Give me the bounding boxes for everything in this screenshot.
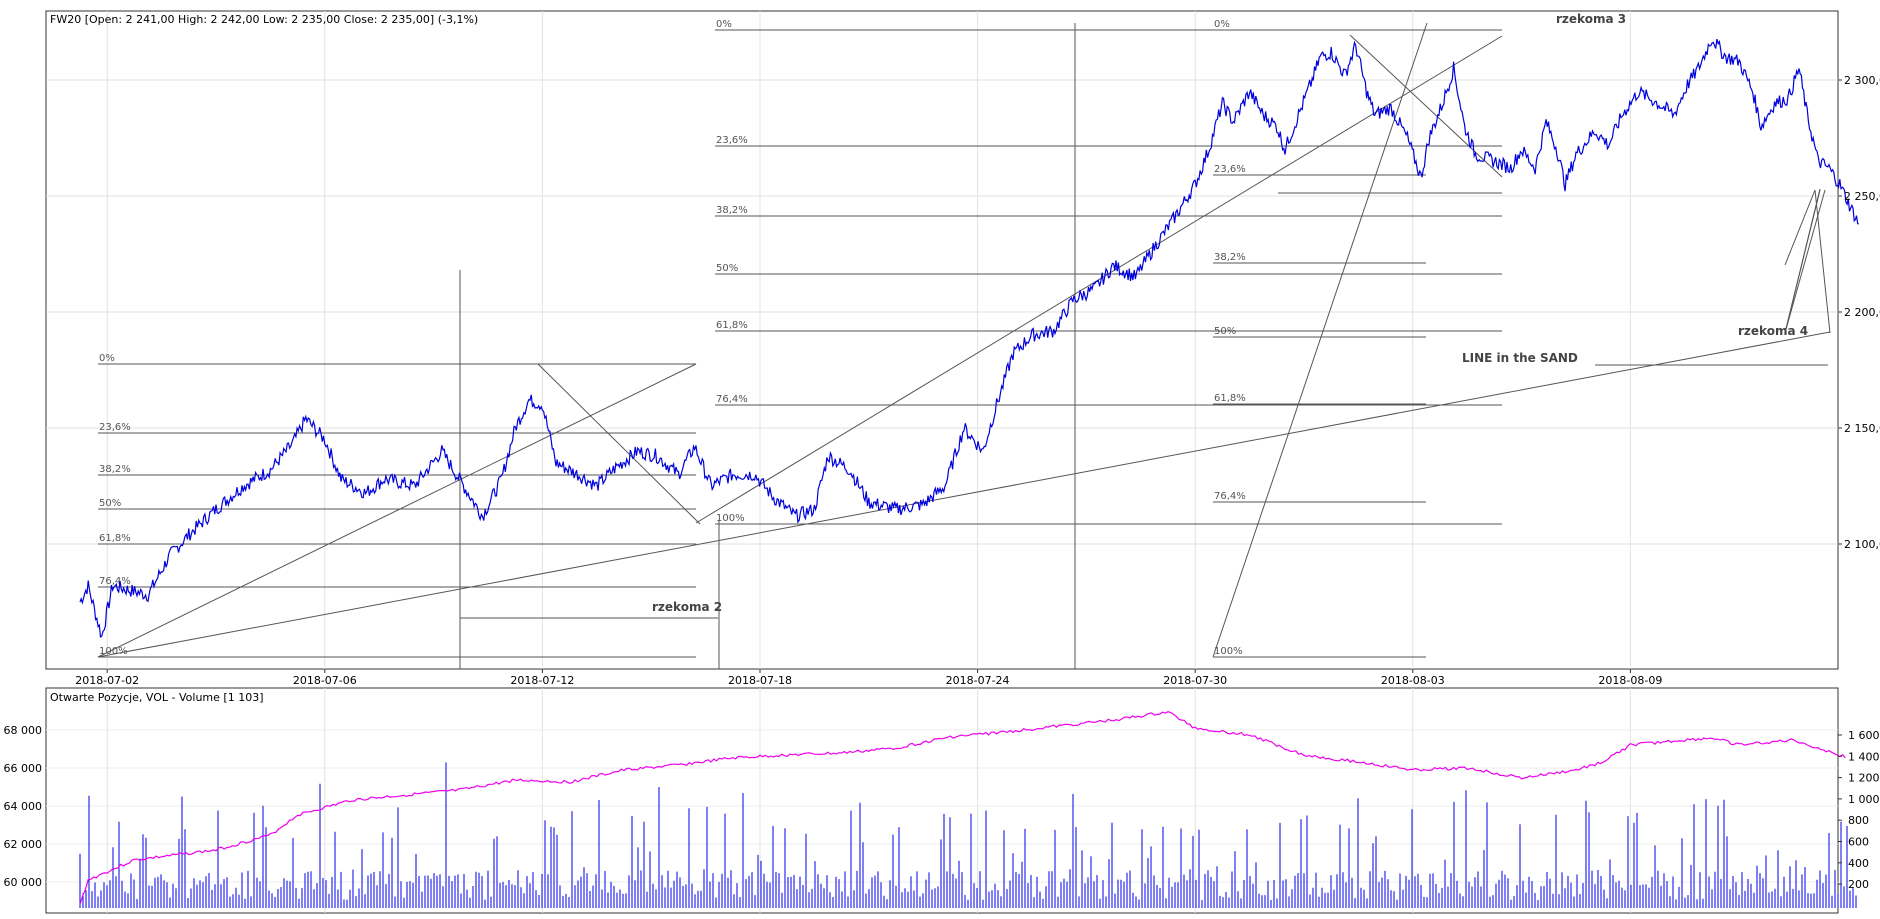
volume-tick-label: 800 bbox=[1848, 814, 1869, 827]
volume-tick-label: 1 600 bbox=[1848, 729, 1880, 742]
main-header: FW20 [Open: 2 241,00 High: 2 242,00 Low:… bbox=[50, 13, 478, 26]
fib-level-label: 61,8% bbox=[99, 533, 131, 544]
volume-tick-label: 400 bbox=[1848, 857, 1869, 870]
fib-level-label: 0% bbox=[716, 19, 732, 30]
volume-tick-label: 600 bbox=[1848, 836, 1869, 849]
fib-level-label: 38,2% bbox=[99, 464, 131, 475]
oi-tick-label: 68 000 bbox=[4, 724, 43, 737]
volume-header: Otwarte Pozycje, VOL - Volume [1 103] bbox=[50, 691, 264, 704]
price-tick-label: 2 100,0 bbox=[1844, 538, 1880, 551]
date-tick-label: 2018-08-03 bbox=[1381, 674, 1445, 687]
annotation-rzekoma-4: rzekoma 4 bbox=[1738, 324, 1808, 338]
fib-level-label: 38,2% bbox=[1214, 252, 1246, 263]
fib-level-label: 0% bbox=[99, 353, 115, 364]
fib-level-label: 50% bbox=[99, 498, 121, 509]
volume-tick-label: 200 bbox=[1848, 878, 1869, 891]
annotation-line-in-the-sand: LINE in the SAND bbox=[1462, 351, 1578, 365]
date-tick-label: 2018-08-09 bbox=[1598, 674, 1662, 687]
fib-level-label: 23,6% bbox=[716, 135, 748, 146]
fib-level-label: 100% bbox=[99, 646, 128, 657]
price-tick-label: 2 300,0 bbox=[1844, 74, 1880, 87]
fib-level-label: 23,6% bbox=[1214, 164, 1246, 175]
fib-level-label: 61,8% bbox=[1214, 393, 1246, 404]
fib-level-label: 38,2% bbox=[716, 205, 748, 216]
date-tick-label: 2018-07-30 bbox=[1163, 674, 1227, 687]
price-tick-label: 2 250,0 bbox=[1844, 190, 1880, 203]
oi-tick-label: 60 000 bbox=[4, 876, 43, 889]
fib-level-label: 100% bbox=[1214, 646, 1243, 657]
volume-plot-frame bbox=[45, 687, 1839, 914]
chart-canvas: 0% 23,6% 38,2% 50% 61,8% 76,4% 100% 0% 23,6% 38,2… bbox=[4, 10, 1880, 914]
fib-level-label: 100% bbox=[716, 513, 745, 524]
date-tick-label: 2018-07-24 bbox=[946, 674, 1010, 687]
date-tick-label: 2018-07-02 bbox=[75, 674, 139, 687]
oi-tick-label: 62 000 bbox=[4, 838, 43, 851]
fib-level-label: 50% bbox=[716, 263, 738, 274]
date-tick-label: 2018-07-12 bbox=[510, 674, 574, 687]
fib-level-label: 0% bbox=[1214, 19, 1230, 30]
fib-level-label: 76,4% bbox=[716, 394, 748, 405]
volume-tick-label: 1 400 bbox=[1848, 750, 1880, 763]
fib-level-label: 76,4% bbox=[1214, 491, 1246, 502]
volume-tick-label: 1 200 bbox=[1848, 772, 1880, 785]
volume-tick-label: 1 000 bbox=[1848, 793, 1880, 806]
date-tick-label: 2018-07-18 bbox=[728, 674, 792, 687]
fib-level-label: 23,6% bbox=[99, 422, 131, 433]
price-tick-label: 2 200,0 bbox=[1844, 306, 1880, 319]
oi-tick-label: 64 000 bbox=[4, 800, 43, 813]
oi-tick-label: 66 000 bbox=[4, 762, 43, 775]
date-tick-label: 2018-07-06 bbox=[293, 674, 357, 687]
main-plot-frame bbox=[45, 10, 1839, 670]
fib-level-label: 61,8% bbox=[716, 320, 748, 331]
annotation-rzekoma-3: rzekoma 3 bbox=[1556, 12, 1626, 26]
price-tick-label: 2 150,0 bbox=[1844, 422, 1880, 435]
annotation-rzekoma-2: rzekoma 2 bbox=[652, 600, 722, 614]
fib-level-label: 50% bbox=[1214, 326, 1236, 337]
